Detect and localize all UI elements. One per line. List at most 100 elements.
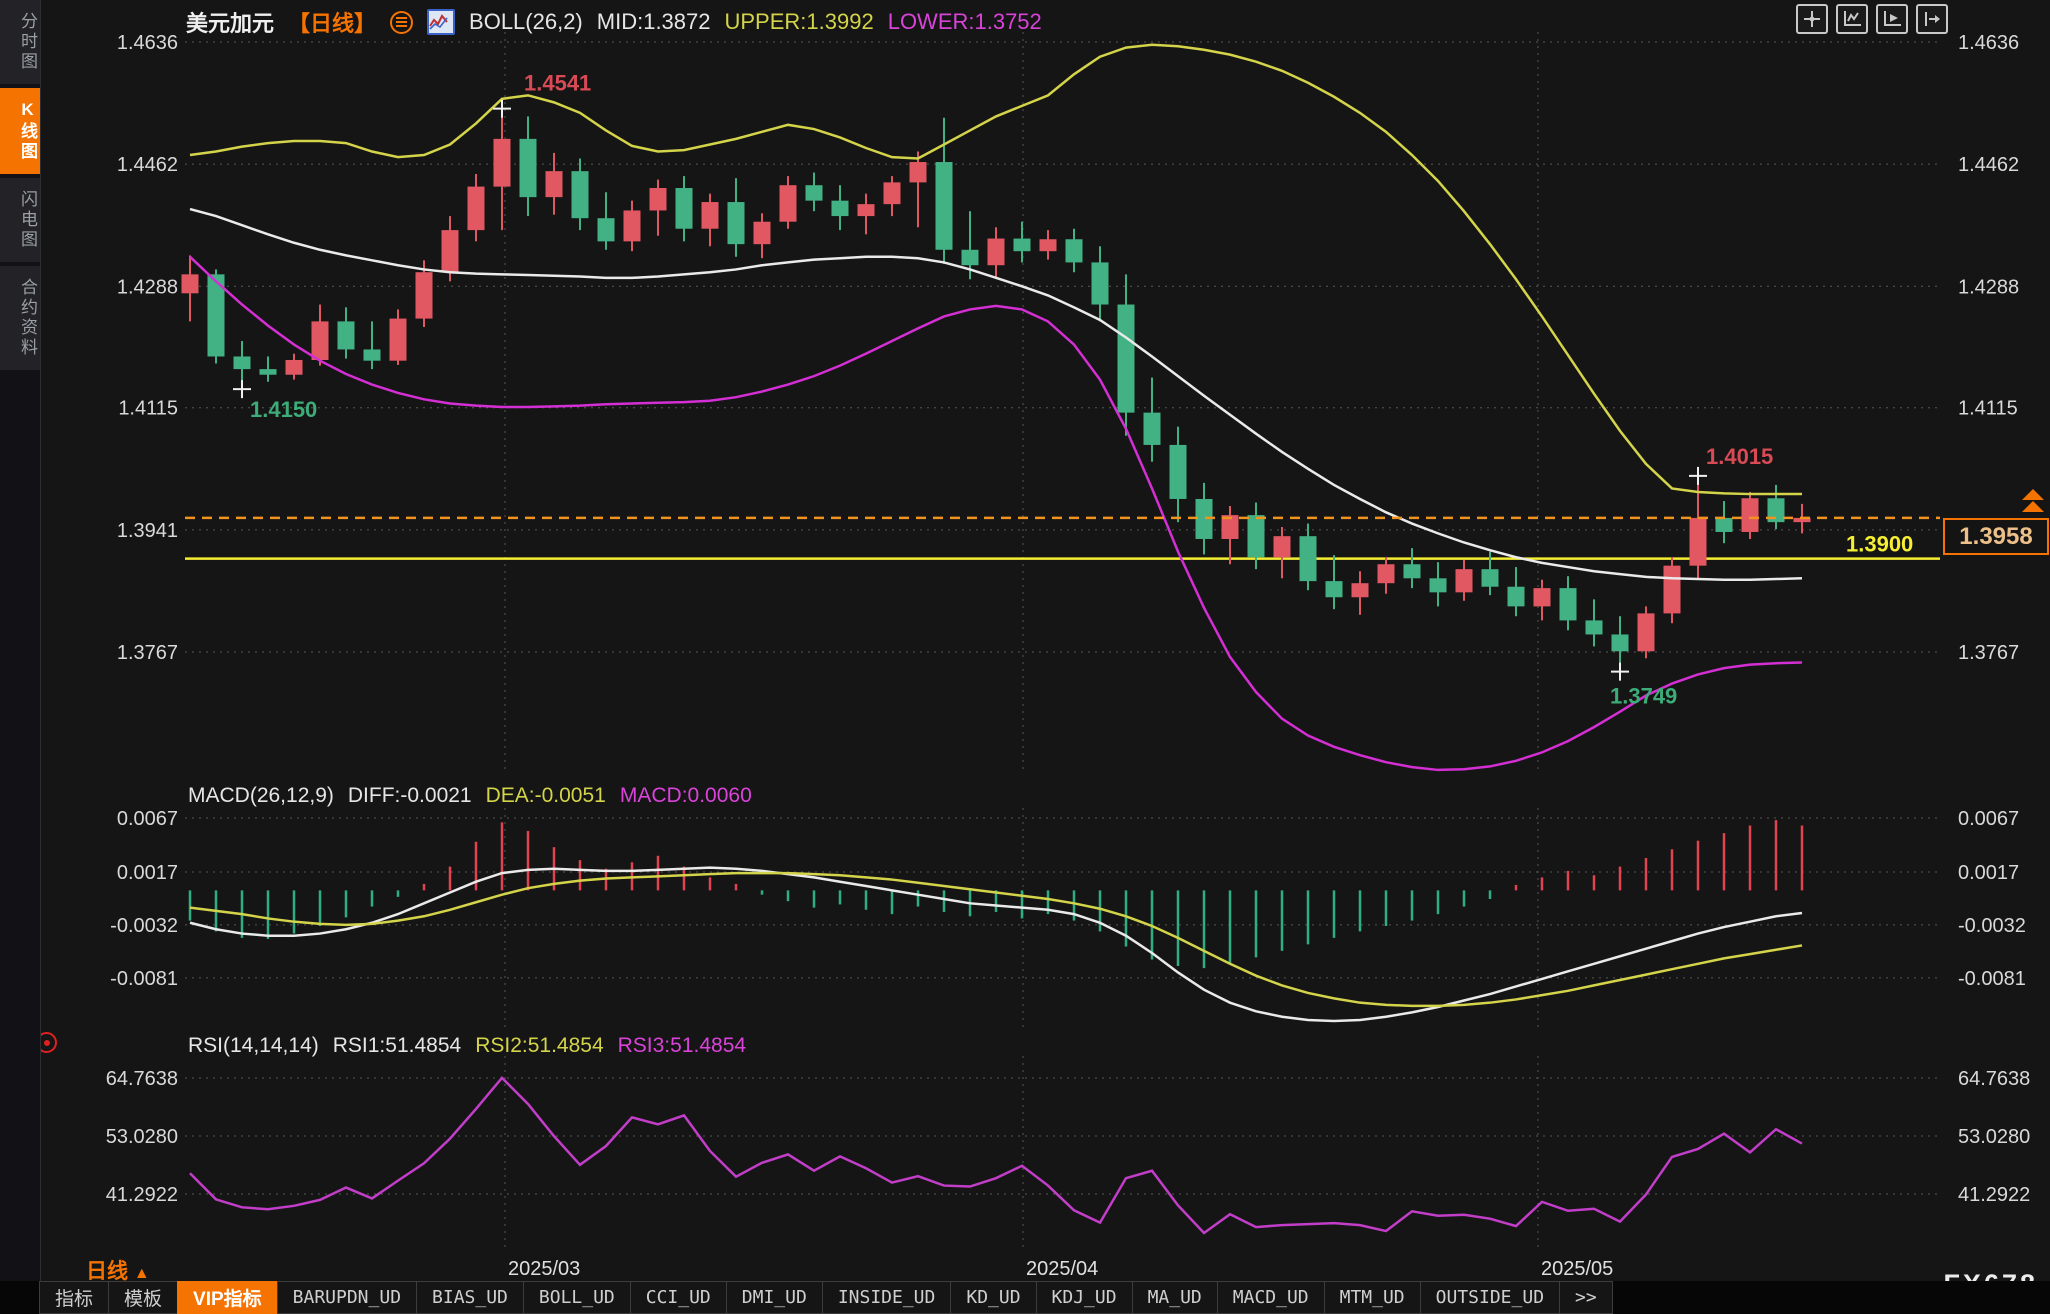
chart-toolbar	[1796, 4, 1948, 34]
axis-scale-icon[interactable]	[1836, 4, 1868, 34]
support-level-label: 1.3900	[1846, 532, 1913, 557]
candle	[1352, 583, 1369, 597]
tab-mtm-ud[interactable]: MTM_UD	[1324, 1281, 1421, 1314]
axis-tick: 53.0280	[1958, 1126, 2030, 1148]
candle	[884, 182, 901, 204]
candle	[702, 202, 719, 229]
tab-ma-ud[interactable]: MA_UD	[1132, 1281, 1218, 1314]
boll-mid-value: MID:1.3872	[597, 9, 711, 35]
macd-indicator-label: MACD(26,12,9)	[188, 784, 334, 808]
candle	[1144, 413, 1161, 445]
candle	[260, 369, 277, 375]
pan-crosshair-icon[interactable]	[1796, 4, 1828, 34]
candle	[546, 171, 563, 197]
axis-tick: 1.4636	[1958, 32, 2019, 54]
tab-indicators[interactable]: 指标	[39, 1281, 109, 1314]
period-label: 【日线】	[288, 6, 376, 38]
chart-header: 美元加元 【日线】 BOLL(26,2) MID:1.3872 UPPER:1.…	[186, 6, 1042, 38]
tab-cci-ud[interactable]: CCI_UD	[630, 1281, 727, 1314]
sidebar-item-contract-info[interactable]: 合约资料	[0, 266, 40, 370]
axis-tick: 1.4288	[1958, 276, 2019, 298]
rsi2-value: RSI2:51.4854	[475, 1034, 603, 1058]
axis-tick: 0.0067	[117, 808, 178, 830]
axis-tick: -0.0032	[110, 915, 178, 937]
tab-kd-ud[interactable]: KD_UD	[950, 1281, 1036, 1314]
candle	[1300, 536, 1317, 581]
candle	[182, 274, 199, 293]
x-axis-month-label: 2025/04	[1026, 1258, 1098, 1280]
candle	[234, 356, 251, 369]
tab-bias-ud[interactable]: BIAS_UD	[416, 1281, 524, 1314]
tab-inside-ud[interactable]: INSIDE_UD	[822, 1281, 952, 1314]
axis-tick: 1.3767	[1958, 642, 2019, 664]
tab-dmi-ud[interactable]: DMI_UD	[726, 1281, 823, 1314]
candle	[1170, 445, 1187, 499]
candle	[416, 272, 433, 318]
x-axis-month-label: 2025/05	[1541, 1258, 1613, 1280]
rsi-line	[190, 1078, 1802, 1233]
tab-kdj-ud[interactable]: KDJ_UD	[1036, 1281, 1133, 1314]
candle	[1742, 498, 1759, 532]
candle	[1638, 613, 1655, 651]
candle	[1508, 587, 1525, 607]
axis-tick: 1.4115	[118, 398, 178, 420]
candle	[1248, 515, 1265, 557]
candle	[364, 349, 381, 360]
macd-dea-value: DEA:-0.0051	[486, 784, 606, 808]
sidebar-item-lightning-chart[interactable]: 闪电图	[0, 178, 40, 262]
indicator-tabbar: 指标模板VIP指标BARUPDN_UDBIAS_UDBOLL_UDCCI_UDD…	[0, 1281, 2050, 1314]
boll-lower-value: LOWER:1.3752	[888, 9, 1042, 35]
candle	[1014, 239, 1031, 252]
axis-tick: 64.7638	[1958, 1068, 2030, 1090]
axis-tick: -0.0032	[1958, 915, 2026, 937]
candle	[1092, 262, 1109, 304]
candle	[858, 204, 875, 216]
candle	[468, 187, 485, 231]
tab-templates[interactable]: 模板	[108, 1281, 178, 1314]
candle	[780, 185, 797, 222]
last-price-value: 1.3958	[1959, 523, 2032, 550]
candle	[1274, 536, 1291, 557]
axis-tick: 1.4115	[1958, 398, 2018, 420]
tab-vip-indicators[interactable]: VIP指标	[177, 1281, 278, 1314]
chart-canvas[interactable]: 1.46361.46361.44621.44621.42881.42881.41…	[0, 0, 2050, 1314]
tab-macd-ud[interactable]: MACD_UD	[1217, 1281, 1325, 1314]
candle	[1378, 564, 1395, 583]
axis-tick: 0.0017	[117, 862, 178, 884]
sidebar-item-intraday-chart[interactable]: 分时图	[0, 0, 40, 84]
collapse-right-icon[interactable]	[1916, 4, 1948, 34]
axis-tick: -0.0081	[110, 968, 178, 990]
axis-tick: 1.4636	[117, 32, 178, 54]
boll-lower-line	[190, 257, 1802, 770]
tab-more[interactable]: >>	[1559, 1281, 1613, 1314]
boll-indicator-label: BOLL(26,2)	[469, 9, 583, 35]
price-annotation: 1.4015	[1706, 444, 1773, 469]
sidebar-item-kline-chart[interactable]: K线图	[0, 88, 40, 174]
candle	[390, 319, 407, 361]
candle	[988, 239, 1005, 266]
symbol-title: 美元加元	[186, 6, 274, 38]
chevron-up-icon: ▲	[134, 1265, 150, 1282]
boll-upper-value: UPPER:1.3992	[725, 9, 874, 35]
axis-tick: 0.0067	[1958, 808, 2019, 830]
tab-boll-ud[interactable]: BOLL_UD	[523, 1281, 631, 1314]
menu-circle-icon[interactable]	[390, 11, 413, 34]
candle	[1066, 239, 1083, 262]
price-annotation: 1.4150	[250, 397, 317, 422]
macd-macd-value: MACD:0.0060	[620, 784, 752, 808]
candle	[910, 162, 927, 182]
candle	[1326, 581, 1343, 597]
candle	[598, 218, 615, 241]
axis-play-icon[interactable]	[1876, 4, 1908, 34]
axis-tick: -0.0081	[1958, 968, 2026, 990]
tab-barupdn-ud[interactable]: BARUPDN_UD	[277, 1281, 417, 1314]
rsi-header: RSI(14,14,14) RSI1:51.4854 RSI2:51.4854 …	[188, 1034, 746, 1058]
app-window: 1.46361.46361.44621.44621.42881.42881.41…	[0, 0, 2050, 1314]
candle	[832, 201, 849, 216]
rsi1-value: RSI1:51.4854	[333, 1034, 461, 1058]
tab-outside-ud[interactable]: OUTSIDE_UD	[1420, 1281, 1560, 1314]
axis-tick: 1.3941	[117, 520, 178, 542]
macd-diff-value: DIFF:-0.0021	[348, 784, 472, 808]
mini-chart-icon[interactable]	[427, 9, 455, 35]
candle	[1456, 569, 1473, 592]
